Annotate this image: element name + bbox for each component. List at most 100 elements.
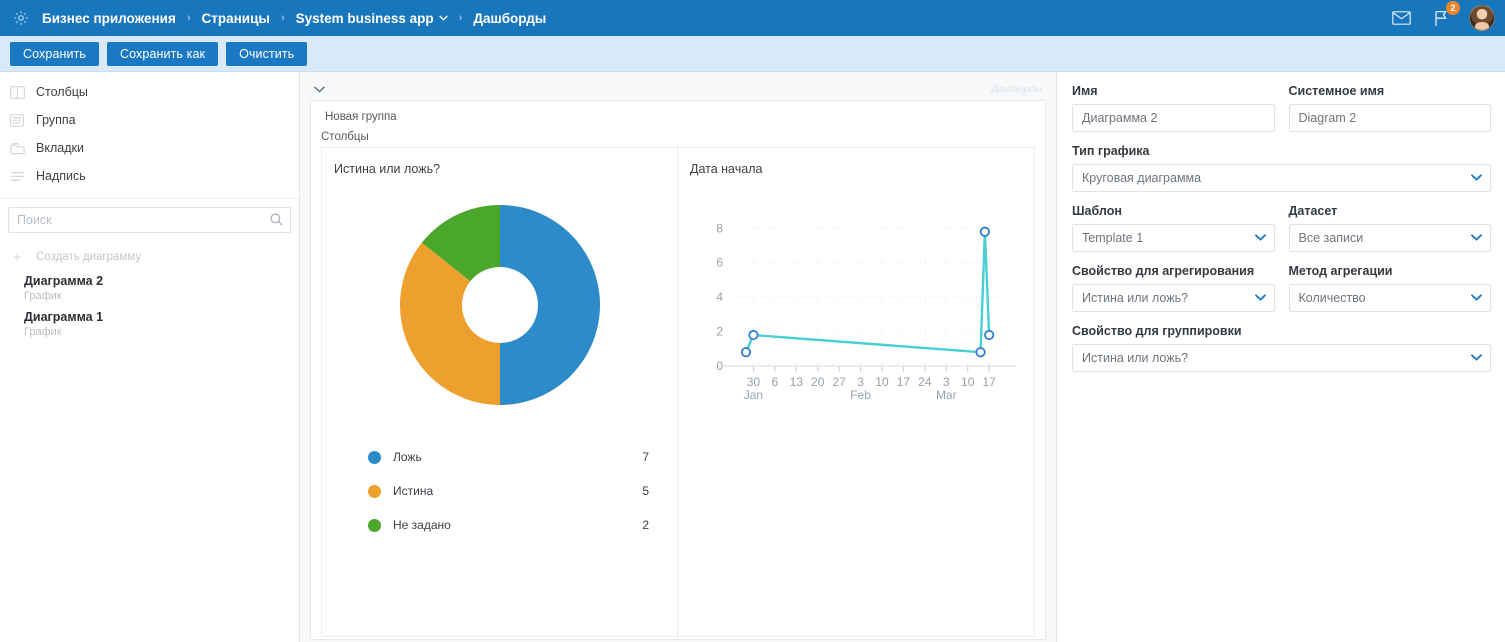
field-system-name: Системное имя bbox=[1288, 84, 1491, 132]
column-right[interactable]: Дата начала 0 2 4 6 8 30 6 13 20 27 3 10 17 24 3 10 17 Ja… bbox=[678, 147, 1035, 637]
field-dataset: Датасет bbox=[1288, 204, 1491, 252]
system-name-input[interactable] bbox=[1288, 104, 1491, 132]
field-group-property: Свойство для группировки bbox=[1072, 324, 1491, 372]
dataset-value[interactable] bbox=[1288, 224, 1491, 252]
donut-chart-title: Истина или ложь? bbox=[334, 162, 441, 176]
save-button[interactable]: Сохранить bbox=[10, 41, 100, 66]
canvas-watermark: Дашборды bbox=[991, 83, 1042, 95]
list-item-chart-2[interactable]: Диаграмма 2 График bbox=[0, 271, 299, 307]
template-select[interactable] bbox=[1072, 224, 1275, 252]
palette-item-tabs[interactable]: Вкладки bbox=[0, 134, 299, 162]
gear-icon[interactable] bbox=[8, 5, 34, 31]
field-chart-type: Тип графика bbox=[1072, 144, 1491, 192]
x-axis-month-label: Feb bbox=[850, 388, 871, 402]
palette-item-label[interactable]: Надпись bbox=[0, 162, 299, 190]
x-axis-month-label: Jan bbox=[744, 388, 763, 402]
chevron-down-icon[interactable] bbox=[314, 86, 325, 93]
legend-color-swatch bbox=[368, 484, 381, 498]
legend-item-1[interactable]: Истина 5 bbox=[368, 474, 649, 508]
x-axis-month-label: Mar bbox=[936, 388, 957, 402]
breadcrumb-area: Бизнес приложения › Страницы › System bu… bbox=[0, 5, 1389, 31]
save-as-button[interactable]: Сохранить как bbox=[107, 41, 219, 66]
data-point-marker[interactable] bbox=[984, 329, 995, 341]
breadcrumb-separator: › bbox=[280, 12, 285, 24]
group-icon bbox=[8, 111, 26, 129]
search-area bbox=[0, 199, 299, 239]
dashboard-canvas: Дашборды Новая группа Столбцы Истина или… bbox=[300, 72, 1057, 642]
search-input[interactable] bbox=[9, 208, 290, 232]
x-axis-tick-label: 6 bbox=[772, 375, 779, 389]
group-property-select[interactable] bbox=[1072, 344, 1491, 372]
columns-label: Столбцы bbox=[321, 131, 369, 143]
chart-type-select[interactable] bbox=[1072, 164, 1491, 192]
legend-color-swatch bbox=[368, 518, 381, 532]
notification-badge: 2 bbox=[1446, 1, 1460, 15]
field-name: Имя bbox=[1072, 84, 1275, 132]
breadcrumb-item-1[interactable]: Страницы bbox=[200, 11, 272, 26]
mail-icon[interactable] bbox=[1389, 6, 1413, 30]
clear-button[interactable]: Очистить bbox=[226, 41, 308, 66]
avatar[interactable] bbox=[1469, 5, 1495, 31]
x-axis-tick-label: 27 bbox=[832, 375, 846, 389]
y-axis-tick-label: 4 bbox=[716, 290, 723, 304]
list-item-chart-1[interactable]: Диаграмма 1 График bbox=[0, 307, 299, 343]
donut-chart bbox=[334, 204, 665, 406]
aggregation-property-value[interactable] bbox=[1072, 284, 1275, 312]
x-axis-tick-label: 10 bbox=[875, 375, 889, 389]
field-aggregation-method: Метод агрегации bbox=[1288, 264, 1491, 312]
name-input[interactable] bbox=[1072, 104, 1275, 132]
field-aggregation-property: Свойство для агрегирования bbox=[1072, 264, 1275, 312]
dataset-select[interactable] bbox=[1288, 224, 1491, 252]
line-chart-svg: 0246830 6 13 20 27 3 10 17 24 3 10 17Jan Feb Mar bbox=[716, 218, 1016, 402]
y-axis-tick-label: 6 bbox=[716, 256, 723, 270]
search-icon[interactable] bbox=[270, 213, 283, 226]
chart-type: График bbox=[24, 290, 62, 302]
aggregation-method-select[interactable] bbox=[1288, 284, 1491, 312]
field-row-names: Имя Системное имя bbox=[1072, 84, 1491, 132]
legend-value: 2 bbox=[642, 518, 649, 532]
field-label-name: Имя bbox=[1072, 84, 1098, 98]
field-label-dataset: Датасет bbox=[1288, 204, 1338, 218]
x-axis-tick-label: 20 bbox=[811, 375, 825, 389]
field-label-chart-type: Тип графика bbox=[1072, 144, 1150, 158]
legend-label: Истина bbox=[393, 484, 434, 498]
plus-icon: + bbox=[12, 248, 22, 266]
donut-legend: Ложь 7 Истина 5 Не задано 2 bbox=[368, 440, 649, 542]
palette-item-group[interactable]: Группа bbox=[0, 106, 299, 134]
column-left[interactable]: Истина или ложь? Ложь 7 Истина 5 Не зада… bbox=[321, 147, 678, 637]
data-point-marker[interactable] bbox=[748, 329, 759, 341]
breadcrumb-separator: › bbox=[186, 12, 191, 24]
field-row-group-property: Свойство для группировки bbox=[1072, 324, 1491, 372]
y-axis-tick-label: 8 bbox=[716, 221, 723, 235]
palette-item-label: Вкладки bbox=[36, 141, 84, 155]
line-chart-title: Дата начала bbox=[690, 162, 763, 176]
breadcrumb-item-2[interactable]: System business app bbox=[294, 11, 450, 26]
donut-slice[interactable] bbox=[499, 205, 600, 405]
flag-icon[interactable]: 2 bbox=[1429, 1, 1460, 30]
chart-type-value[interactable] bbox=[1072, 164, 1491, 192]
aggregation-method-value[interactable] bbox=[1288, 284, 1491, 312]
widget-palette: Столбцы Группа Вкладки Надпись bbox=[0, 72, 299, 199]
create-chart-button[interactable]: + Создать диаграмму bbox=[0, 243, 299, 271]
data-point-marker[interactable] bbox=[979, 226, 990, 237]
breadcrumb-item-3[interactable]: Дашборды bbox=[471, 11, 548, 26]
breadcrumb-item-0[interactable]: Бизнес приложения bbox=[40, 11, 178, 26]
search-box bbox=[8, 207, 291, 233]
line-series bbox=[744, 230, 991, 354]
x-axis-tick-label: 3 bbox=[943, 375, 950, 389]
data-point-marker[interactable] bbox=[740, 347, 752, 358]
group-property-value[interactable] bbox=[1072, 344, 1491, 372]
chevron-down-icon bbox=[438, 15, 448, 21]
field-row-aggregation: Свойство для агрегирования Метод агрегац… bbox=[1072, 264, 1491, 312]
template-value[interactable] bbox=[1072, 224, 1275, 252]
data-point-marker[interactable] bbox=[975, 347, 986, 358]
columns-wrapper: Истина или ложь? Ложь 7 Истина 5 Не зада… bbox=[321, 147, 1035, 637]
palette-item-columns[interactable]: Столбцы bbox=[0, 78, 299, 106]
canvas-header: Дашборды bbox=[310, 78, 1046, 100]
legend-label: Ложь bbox=[393, 450, 422, 464]
line-chart: 0 2 4 6 8 30 6 13 20 27 3 10 17 24 3 10 17 Jan Feb Mar bbox=[690, 206, 1022, 421]
aggregation-property-select[interactable] bbox=[1072, 284, 1275, 312]
legend-item-0[interactable]: Ложь 7 bbox=[368, 440, 649, 474]
legend-item-2[interactable]: Не задано 2 bbox=[368, 508, 649, 542]
group-container[interactable]: Новая группа Столбцы Истина или ложь? Ло… bbox=[310, 100, 1046, 640]
